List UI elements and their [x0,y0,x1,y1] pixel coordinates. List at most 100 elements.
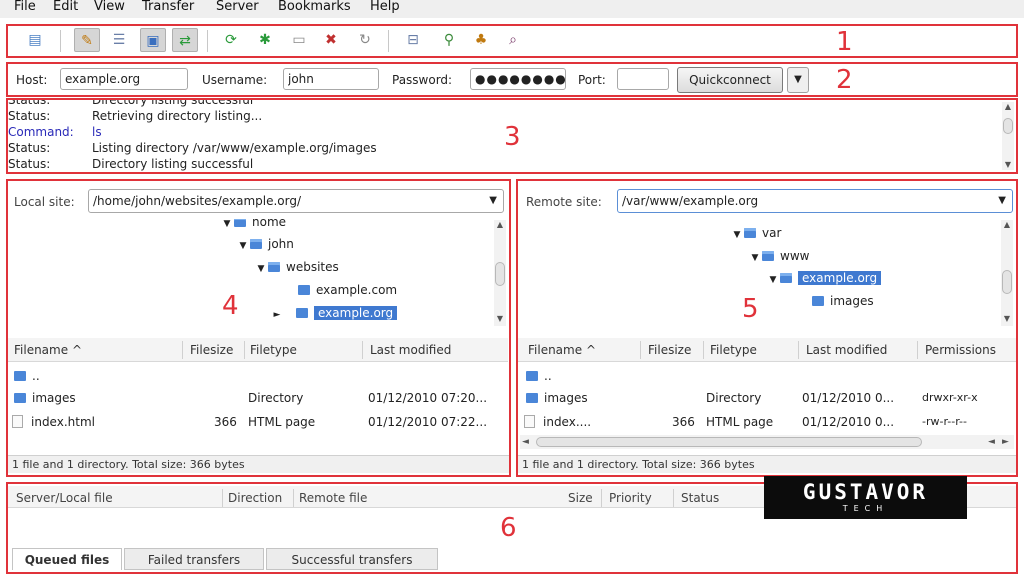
column-separator[interactable] [673,489,674,507]
remote-file-row[interactable]: index.... [524,414,591,430]
scroll-up-icon[interactable]: ▲ [1001,220,1013,230]
expanded-icon[interactable]: ▼ [748,249,762,267]
username-input[interactable] [283,68,379,90]
log-scroll-thumb[interactable] [1003,118,1013,134]
local-path-combo[interactable]: /home/john/websites/example.org/ ▼ [88,189,504,213]
remote-file-row[interactable]: .. [526,368,552,384]
remote-tree-scrollbar[interactable]: ▲ ▼ [1001,220,1013,326]
refresh-icon[interactable]: ⟳ [222,31,240,49]
menu-edit[interactable]: Edit [53,0,78,14]
menu-help[interactable]: Help [370,0,400,14]
column-separator[interactable] [182,341,183,359]
local-tree-node[interactable]: ▼ websites [254,258,339,276]
column-separator[interactable] [222,489,223,507]
column-separator[interactable] [244,341,245,359]
local-file-row[interactable]: .. [14,368,40,384]
remote-col-filesize[interactable]: Filesize [648,343,691,357]
local-tree-node[interactable]: ▼ john [236,235,294,253]
scroll-down-icon[interactable]: ▼ [1002,160,1014,170]
tab-failed-transfers[interactable]: Failed transfers [124,548,264,570]
remote-tree-node[interactable]: ▼ www [748,247,810,267]
local-tree-scroll-thumb[interactable] [495,262,505,286]
queue-col-local-file[interactable]: Server/Local file [16,491,113,505]
expanded-icon[interactable]: ▼ [766,271,780,289]
remote-col-filetype[interactable]: Filetype [710,343,757,357]
compare-icon[interactable]: ⚲ [440,31,458,49]
column-separator[interactable] [640,341,641,359]
menu-view[interactable]: View [94,0,125,14]
remote-col-filename[interactable]: Filename ^ [528,343,596,357]
remote-col-modified[interactable]: Last modified [806,343,887,357]
port-input[interactable] [617,68,669,90]
menu-transfer[interactable]: Transfer [142,0,194,14]
remote-tree-node[interactable]: images [812,292,874,310]
remote-h-scroll-thumb[interactable] [536,437,922,447]
disconnect-icon[interactable]: ✖ [322,31,340,49]
queue-col-direction[interactable]: Direction [228,491,282,505]
local-tree-node[interactable]: example.com [298,281,397,299]
local-col-modified[interactable]: Last modified [370,343,451,357]
menu-bookmarks[interactable]: Bookmarks [278,0,351,14]
local-col-filename[interactable]: Filename ^ [14,343,82,357]
scroll-right-icon[interactable]: ► [1002,435,1009,449]
column-separator[interactable] [703,341,704,359]
remote-path-combo[interactable]: /var/www/example.org ▼ [617,189,1013,213]
quickconnect-dropdown[interactable]: ▼ [787,67,809,93]
queue-col-remote-file[interactable]: Remote file [299,491,367,505]
column-separator[interactable] [917,341,918,359]
tab-successful-transfers[interactable]: Successful transfers [266,548,438,570]
remote-file-row[interactable]: images [526,390,588,406]
local-file-row[interactable]: images [14,390,76,406]
host-input[interactable] [60,68,188,90]
remote-list-h-scrollbar[interactable]: ◄ ◄ ► [520,435,1014,449]
toggle-local-tree-icon[interactable]: ☰ [110,31,128,49]
scroll-up-icon[interactable]: ▲ [494,220,506,230]
expanded-icon[interactable]: ▼ [220,219,234,233]
expanded-icon[interactable]: ▼ [730,226,744,244]
remote-col-permissions[interactable]: Permissions [925,343,996,357]
column-separator[interactable] [362,341,363,359]
remote-tree-scroll-thumb[interactable] [1002,270,1012,294]
toggle-remote-tree-icon[interactable]: ▣ [140,28,166,52]
search-icon[interactable]: ⌕ [504,31,522,49]
local-tree-node[interactable]: ▼ home [220,219,286,231]
queue-col-size[interactable]: Size [568,491,593,505]
column-separator[interactable] [601,489,602,507]
filter-icon[interactable]: ⊟ [404,31,422,49]
column-separator[interactable] [293,489,294,507]
local-col-filetype[interactable]: Filetype [250,343,297,357]
password-input[interactable]: ●●●●●●●● [470,68,566,90]
chevron-down-icon[interactable]: ▼ [998,190,1006,212]
menu-server[interactable]: Server [216,0,259,14]
tab-queued-files[interactable]: Queued files [12,548,122,570]
column-separator[interactable] [798,341,799,359]
collapsed-icon[interactable]: ► [270,306,284,324]
log-label: Status: [8,100,51,107]
process-queue-icon[interactable]: ✱ [256,31,274,49]
cancel-icon[interactable]: ▭ [290,31,308,49]
remote-tree-node-selected[interactable]: ▼ example.org [766,269,882,289]
toggle-log-icon[interactable]: ✎ [74,28,100,52]
scroll-left-icon[interactable]: ◄ [988,435,995,449]
reconnect-icon[interactable]: ↻ [356,31,374,49]
quickconnect-button[interactable]: Quickconnect [677,67,783,93]
local-col-filesize[interactable]: Filesize [190,343,233,357]
sync-browse-icon[interactable]: ♣ [472,31,490,49]
local-tree-node-selected[interactable]: ► example.org [270,304,398,324]
local-file-row[interactable]: index.html [12,414,95,430]
scroll-left-icon[interactable]: ◄ [522,435,529,449]
log-scrollbar[interactable]: ▲ ▼ [1002,102,1014,170]
site-manager-icon[interactable]: ▤ [26,31,44,49]
scroll-down-icon[interactable]: ▼ [494,314,506,324]
scroll-down-icon[interactable]: ▼ [1001,314,1013,324]
local-tree-scrollbar[interactable]: ▲ ▼ [494,220,506,326]
chevron-down-icon[interactable]: ▼ [489,190,497,212]
scroll-up-icon[interactable]: ▲ [1002,102,1014,112]
expanded-icon[interactable]: ▼ [236,237,250,255]
expanded-icon[interactable]: ▼ [254,260,268,278]
remote-tree-node[interactable]: ▼ var [730,224,782,244]
toggle-queue-icon[interactable]: ⇄ [172,28,198,52]
queue-col-status[interactable]: Status [681,491,719,505]
queue-col-priority[interactable]: Priority [609,491,652,505]
menu-file[interactable]: File [14,0,36,14]
